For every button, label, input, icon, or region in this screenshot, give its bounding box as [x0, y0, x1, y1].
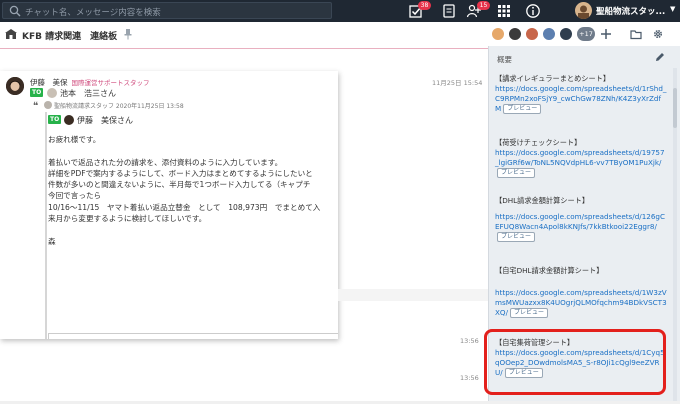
- search-placeholder: チャット名、メッセージ内容を検索: [25, 8, 161, 18]
- chevron-down-icon[interactable]: ▼: [670, 5, 675, 13]
- search-icon: [9, 5, 21, 17]
- to-tag: TO: [30, 88, 44, 97]
- entry-link[interactable]: https://docs.google.com/spreadsheets/d/1…: [495, 212, 665, 231]
- message-line: [48, 224, 338, 235]
- tasks-badge: 38: [418, 1, 431, 10]
- message-line: 森: [48, 236, 56, 246]
- message-card[interactable]: 伊藤 美保 国際運営サポートスタッフ TO 池本 浩三さん ❝ 聖船物流請求スタッ…: [0, 71, 338, 339]
- member-avatar[interactable]: [525, 27, 539, 41]
- gear-icon[interactable]: [652, 28, 664, 40]
- member-count-badge[interactable]: +17: [577, 27, 595, 41]
- message-line: 件数が多いのと間違えないように、半月毎で1つボード入力してる（キャプチ: [48, 180, 311, 190]
- member-avatar[interactable]: [559, 27, 573, 41]
- message-timeline[interactable]: 11月25日 15:54 伊藤 美保 国際運営サポートスタッフ TO 池本 浩三さ…: [0, 49, 488, 404]
- message-line: 詳細をPDFで案内するようにして、ボード入力はまとめてするようにしたいと: [48, 168, 313, 178]
- member-avatar[interactable]: [491, 27, 505, 41]
- sender-name[interactable]: 伊藤 美保: [30, 78, 68, 87]
- overview-entry: 【荷受けチェックシート】 https://docs.google.com/spr…: [495, 138, 667, 178]
- message-line: 来月から変更するように検討してほしいです。: [48, 214, 207, 224]
- chat-header: KFB 請求関連 連絡板 +17: [0, 22, 680, 46]
- overview-entry: 【DHL請求金額計算シート】 https://docs.google.com/s…: [495, 196, 667, 242]
- search-input[interactable]: チャット名、メッセージ内容を検索: [2, 2, 332, 19]
- top-bar: チャット名、メッセージ内容を検索 38 15 聖船物流スタッ... ▼: [0, 0, 680, 22]
- message-line: 10/16～11/15 ヤマト着払い返品立替金 として 108,973円 でまと…: [48, 202, 321, 212]
- panel-title: 概要: [497, 55, 512, 64]
- entry-title: 【荷受けチェックシート】: [495, 138, 582, 147]
- entry-link[interactable]: https://docs.google.com/spreadsheets/d/1…: [495, 148, 665, 167]
- preview-button[interactable]: プレビュー: [503, 104, 542, 114]
- user-name[interactable]: 聖船物流スタッ...: [596, 5, 665, 17]
- message-timestamp: 13:56: [460, 337, 479, 345]
- panel-scrollbar[interactable]: [673, 68, 677, 404]
- file-icon[interactable]: [441, 3, 457, 19]
- recipient-avatar: [47, 88, 57, 98]
- apps-grid-icon[interactable]: [496, 3, 512, 19]
- recipient-name: 伊藤 美保さん: [77, 116, 133, 125]
- highlight-box: [484, 329, 666, 395]
- info-icon[interactable]: [525, 3, 541, 19]
- user-avatar[interactable]: [575, 2, 592, 19]
- quote-bar: [45, 112, 47, 339]
- message-body: お疲れ様です。 着払いで返品された分の請求を、添付資料のように入力しています。 …: [48, 134, 338, 247]
- message-timestamp: 11月25日 15:54: [432, 79, 483, 87]
- preview-button[interactable]: プレビュー: [510, 308, 549, 318]
- attachment-preview-box[interactable]: [48, 333, 338, 339]
- overview-entry: 【自宅DHL請求金額計算シート】 https://docs.google.com…: [495, 266, 667, 318]
- recipient-name: 池本 浩三さん: [60, 89, 116, 98]
- preview-button[interactable]: プレビュー: [497, 168, 536, 178]
- sender-line: 伊藤 美保 国際運営サポートスタッフ: [30, 77, 150, 88]
- entry-title: 【自宅DHL請求金額計算シート】: [495, 266, 604, 275]
- message-line: 今回で言ったら: [48, 191, 102, 201]
- preview-button[interactable]: プレビュー: [497, 232, 536, 242]
- message-line: [48, 145, 338, 156]
- pin-icon[interactable]: [124, 28, 132, 40]
- add-member-icon[interactable]: [600, 28, 612, 40]
- folder-icon[interactable]: [630, 28, 642, 40]
- group-chat-icon: [5, 29, 17, 39]
- member-avatar[interactable]: [542, 27, 556, 41]
- sender-avatar[interactable]: [6, 77, 24, 95]
- message-divider: [338, 289, 488, 301]
- room-title: KFB 請求関連 連絡板: [22, 32, 118, 42]
- quote-meta: 聖船物流請求スタッフ 2020年11月25日 13:58: [54, 103, 184, 110]
- entry-title: 【DHL請求金額計算シート】: [495, 196, 590, 205]
- message-line: 着払いで返品された分の請求を、添付資料のように入力しています。: [48, 157, 283, 167]
- recipient-avatar: [64, 115, 74, 125]
- overview-entry: 【講求イレギュラーまとめシート】 https://docs.google.com…: [495, 74, 667, 114]
- quote-icon: ❝: [33, 101, 39, 112]
- scrollbar-thumb[interactable]: [673, 88, 677, 128]
- quoted-sender-avatar: [44, 101, 52, 109]
- contacts-badge: 15: [477, 1, 490, 10]
- message-timestamp: 13:56: [460, 374, 479, 382]
- sender-org: 国際運営サポートスタッフ: [71, 79, 150, 87]
- pencil-icon[interactable]: [655, 52, 665, 62]
- member-avatar[interactable]: [508, 27, 522, 41]
- to-tag: TO: [48, 115, 62, 124]
- entry-title: 【講求イレギュラーまとめシート】: [495, 74, 611, 83]
- message-line: お疲れ様です。: [48, 135, 101, 144]
